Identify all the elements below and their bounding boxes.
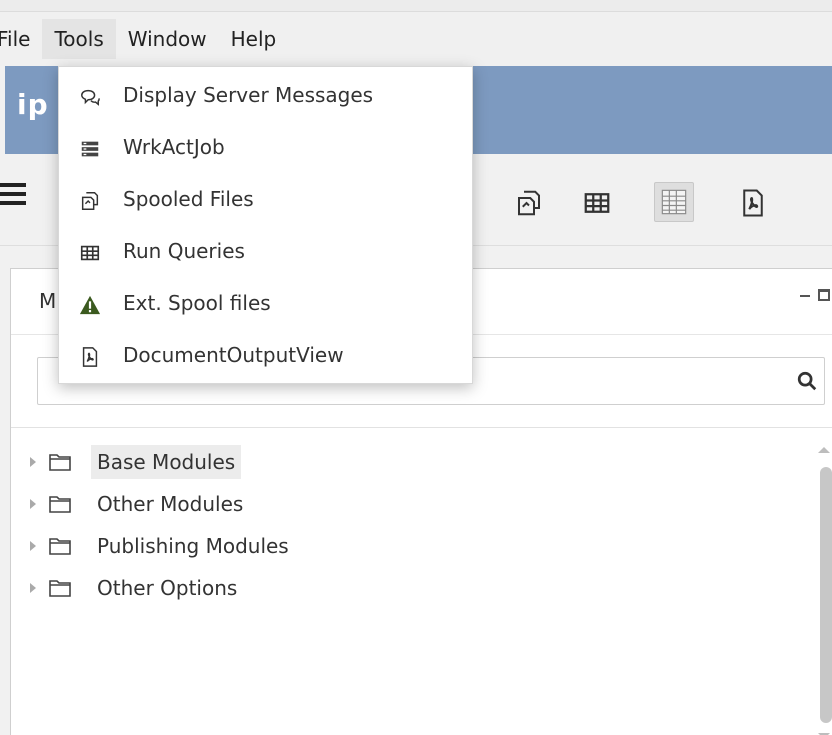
table-grid-icon[interactable] bbox=[582, 188, 612, 218]
folder-icon bbox=[49, 496, 71, 513]
search-icon[interactable] bbox=[796, 370, 818, 392]
spooled-files-icon bbox=[79, 190, 101, 212]
menu-help[interactable]: Help bbox=[219, 19, 289, 59]
menu-item-label: Spooled Files bbox=[123, 187, 254, 211]
window-top-strip bbox=[0, 0, 832, 12]
tree-item-other-modules[interactable]: Other Modules bbox=[11, 483, 791, 525]
app-window: File Tools Window Help ip M Base Modules… bbox=[0, 0, 832, 735]
scroll-thumb[interactable] bbox=[820, 467, 832, 723]
table-grid-icon bbox=[79, 242, 101, 264]
minimize-icon[interactable] bbox=[800, 295, 810, 297]
tree-item-base-modules[interactable]: Base Modules bbox=[11, 441, 791, 483]
menu-item-label: Ext. Spool files bbox=[123, 291, 271, 315]
app-logo: ip bbox=[17, 88, 49, 121]
menu-item-label: Run Queries bbox=[123, 239, 245, 263]
folder-icon bbox=[49, 538, 71, 555]
tree-item-other-options[interactable]: Other Options bbox=[11, 567, 791, 609]
job-list-icon bbox=[79, 138, 101, 160]
chevron-right-icon[interactable] bbox=[28, 498, 38, 510]
menu-item-label: Display Server Messages bbox=[123, 83, 374, 107]
tree-item-publishing-modules[interactable]: Publishing Modules bbox=[11, 525, 791, 567]
menu-item-ext-spool-files[interactable]: Ext. Spool files bbox=[59, 279, 472, 331]
menu-item-run-queries[interactable]: Run Queries bbox=[59, 227, 472, 279]
maximize-icon[interactable] bbox=[818, 289, 830, 301]
tree-item-label: Other Options bbox=[97, 576, 238, 600]
tree-item-label: Other Modules bbox=[97, 492, 244, 516]
panel-divider bbox=[11, 427, 832, 428]
menu-item-display-server-messages[interactable]: Display Server Messages bbox=[59, 71, 472, 123]
spreadsheet-icon[interactable] bbox=[654, 182, 694, 222]
panel-title: M bbox=[39, 289, 57, 313]
menu-item-spooled-files[interactable]: Spooled Files bbox=[59, 175, 472, 227]
tools-dropdown-menu: Display Server Messages WrkActJob Spoole… bbox=[58, 66, 473, 384]
menu-tools[interactable]: Tools bbox=[42, 19, 116, 59]
menu-item-wrkactjob[interactable]: WrkActJob bbox=[59, 123, 472, 175]
folder-icon bbox=[49, 580, 71, 597]
pdf-document-icon[interactable] bbox=[738, 188, 768, 218]
chevron-right-icon[interactable] bbox=[28, 540, 38, 552]
menu-item-label: WrkActJob bbox=[123, 135, 225, 159]
menu-window[interactable]: Window bbox=[116, 19, 219, 59]
tree-item-label: Base Modules bbox=[91, 445, 242, 479]
folder-icon bbox=[49, 454, 71, 471]
chevron-right-icon[interactable] bbox=[28, 582, 38, 594]
menu-item-label: DocumentOutputView bbox=[123, 343, 344, 367]
chevron-right-icon[interactable] bbox=[28, 456, 38, 468]
pdf-document-icon bbox=[79, 346, 101, 368]
spooled-files-icon[interactable] bbox=[514, 188, 544, 218]
module-tree: Base Modules Other Modules Publishing Mo… bbox=[11, 441, 791, 609]
tree-scrollbar[interactable] bbox=[816, 441, 832, 735]
menu-item-documentoutputview[interactable]: DocumentOutputView bbox=[59, 331, 472, 383]
scroll-up-arrow-icon[interactable] bbox=[818, 447, 830, 453]
warning-icon bbox=[79, 294, 101, 316]
tree-item-label: Publishing Modules bbox=[97, 534, 289, 558]
messages-icon bbox=[79, 86, 101, 108]
menu-file[interactable]: File bbox=[0, 19, 42, 59]
menu-icon[interactable] bbox=[0, 183, 26, 209]
menubar: File Tools Window Help bbox=[0, 12, 832, 66]
